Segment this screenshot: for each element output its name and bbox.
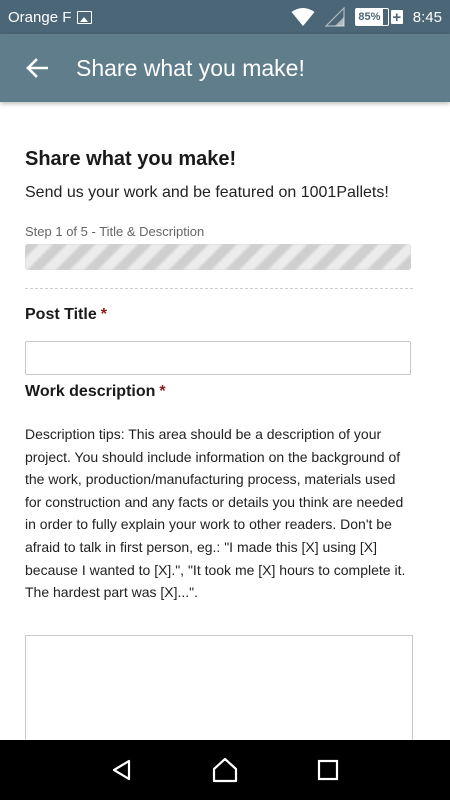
page-heading: Share what you make! xyxy=(25,148,237,170)
arrow-left-icon xyxy=(26,58,48,78)
step-label: Step 1 of 5 - Title & Description xyxy=(25,224,205,239)
nav-back-button[interactable] xyxy=(102,750,142,790)
battery-icon: 85% + xyxy=(354,8,403,26)
nav-recents-button[interactable] xyxy=(308,750,348,790)
image-icon xyxy=(77,10,93,24)
description-tips: Description tips: This area should be a … xyxy=(25,426,406,601)
work-description-label: Work description * xyxy=(25,383,166,401)
system-nav-bar xyxy=(0,740,450,800)
status-bar: Orange F 85% + 8:45 xyxy=(0,0,450,34)
back-button[interactable] xyxy=(22,53,52,83)
step-progress-bar xyxy=(25,244,411,270)
recents-icon xyxy=(318,759,339,781)
step-progress-fill xyxy=(25,244,411,270)
home-icon xyxy=(212,757,238,783)
carrier-name: Orange F xyxy=(8,8,72,26)
nav-home-button[interactable] xyxy=(205,750,245,790)
battery-body: 85% xyxy=(354,8,389,26)
app-bar: Share what you make! xyxy=(0,34,450,102)
back-triangle-icon xyxy=(112,759,130,781)
post-title-input[interactable] xyxy=(25,341,411,375)
work-description-textarea[interactable] xyxy=(25,635,413,755)
divider xyxy=(25,288,413,289)
clock: 8:45 xyxy=(412,8,442,26)
signal-icon xyxy=(324,7,345,27)
status-carrier-group: Orange F xyxy=(8,8,93,26)
app-title: Share what you make! xyxy=(76,54,305,81)
share-form: Share what you make! Send us your work a… xyxy=(25,102,415,755)
page-subheading: Send us your work and be featured on 100… xyxy=(25,184,389,201)
post-title-label: Post Title * xyxy=(25,306,107,324)
status-right-group: 85% + 8:45 xyxy=(291,7,442,27)
post-title-label-text: Post Title xyxy=(25,306,97,323)
required-marker: * xyxy=(159,383,166,400)
wifi-icon xyxy=(291,8,315,26)
charging-icon: + xyxy=(390,8,403,26)
battery-level: 85% xyxy=(355,9,383,25)
work-description-label-text: Work description xyxy=(25,383,156,400)
required-marker: * xyxy=(100,306,107,323)
